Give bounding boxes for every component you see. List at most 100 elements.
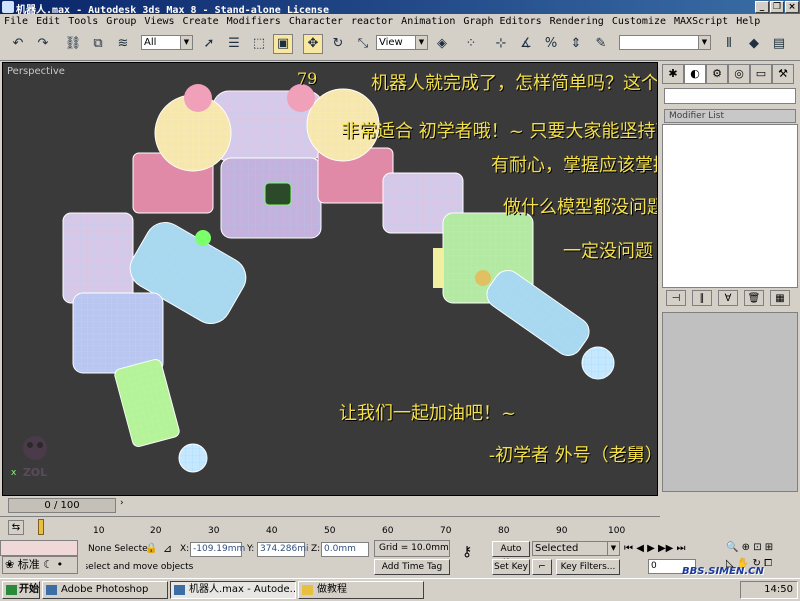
modifier-stack[interactable]	[662, 124, 798, 288]
z-coordinate-field[interactable]: 0.0mm	[321, 542, 369, 557]
lock-selection-icon[interactable]: 🔒	[145, 542, 157, 555]
timeline-ticks: 10 20 30 40 50 60 70 80 90 100	[42, 517, 625, 539]
select-and-rotate-icon[interactable]: ↻	[328, 34, 348, 54]
go-to-start-icon[interactable]: ⏮	[624, 543, 633, 554]
angle-snap-icon[interactable]: ∡	[516, 34, 536, 54]
snaps-toggle-icon[interactable]: ⊹	[491, 34, 511, 54]
configure-modifier-sets-icon[interactable]: ▦	[770, 290, 790, 306]
show-end-result-icon[interactable]: ∥	[692, 290, 712, 306]
percent-snap-icon[interactable]: %	[541, 34, 561, 54]
add-time-tag-button[interactable]: Add Time Tag	[374, 559, 450, 575]
x-coordinate-field[interactable]: -109.19mm	[190, 542, 245, 557]
tick-label: 30	[208, 526, 220, 536]
layer-manager-icon[interactable]: ▤	[769, 34, 789, 54]
timeline-ruler[interactable]: ⇆ 10 20 30 40 50 60 70 80 90 100	[0, 516, 660, 539]
key-filters-button[interactable]: Key Filters...	[556, 559, 620, 575]
select-object-icon[interactable]: ➚	[199, 34, 219, 54]
perspective-viewport[interactable]: Perspective 79 机器人就完成了，怎样简单吗？这个 非常适合 初学者…	[2, 62, 658, 496]
remove-modifier-icon[interactable]: 🗑	[744, 290, 764, 306]
mirror-icon[interactable]: ⫴	[719, 34, 739, 54]
unlink-icon[interactable]: ⧉	[88, 34, 108, 54]
ime-moon-icon[interactable]: ☾	[43, 558, 53, 571]
select-and-manipulate-icon[interactable]: ⁘	[461, 34, 481, 54]
key-mode-dropdown[interactable]: Selected ▼	[532, 541, 620, 556]
menu-file[interactable]: File	[0, 14, 32, 29]
restore-button[interactable]: ❐	[770, 1, 784, 13]
reference-coordinate-dropdown[interactable]: View ▼	[376, 35, 428, 50]
undo-icon[interactable]: ↶	[8, 34, 28, 54]
menu-reactor[interactable]: reactor	[347, 14, 397, 29]
taskbar-tutorial-folder[interactable]: 做教程	[298, 581, 424, 599]
zoom-extents-all-icon[interactable]: ⊞	[765, 542, 773, 553]
y-coordinate-field[interactable]: 374.286mi	[257, 542, 309, 557]
object-name-field[interactable]	[664, 88, 796, 104]
region-select-icon[interactable]: ⬚	[249, 34, 269, 54]
maxscript-listener-mini[interactable]	[0, 540, 78, 556]
align-icon[interactable]: ◆	[744, 34, 764, 54]
menu-customize[interactable]: Customize	[608, 14, 670, 29]
window-crossing-icon[interactable]: ▣	[273, 34, 293, 54]
next-frame-icon[interactable]: ▶▶	[658, 543, 673, 554]
select-and-scale-icon[interactable]: ⤡	[353, 34, 373, 54]
time-slider[interactable]: 0 / 100	[8, 498, 116, 513]
menu-help[interactable]: Help	[732, 14, 764, 29]
named-selection-sets-dropdown[interactable]: ▼	[619, 35, 711, 50]
modify-tab-icon[interactable]: ◐	[684, 64, 706, 84]
system-clock[interactable]: 14:50	[740, 581, 798, 599]
taskbar-3dsmax[interactable]: 机器人.max - Autode...	[170, 581, 296, 599]
grid-size-display: Grid = 10.0mm	[374, 540, 450, 557]
modifier-list-dropdown[interactable]: Modifier List	[664, 109, 796, 123]
display-tab-icon[interactable]: ▭	[750, 64, 772, 84]
menu-create[interactable]: Create	[179, 14, 223, 29]
menu-animation[interactable]: Animation	[397, 14, 459, 29]
app-icon[interactable]	[2, 1, 14, 13]
select-by-name-icon[interactable]: ☰	[224, 34, 244, 54]
menu-rendering[interactable]: Rendering	[546, 14, 608, 29]
select-and-link-icon[interactable]: ⛓	[63, 34, 83, 54]
bind-space-warp-icon[interactable]: ≋	[113, 34, 133, 54]
menu-tools[interactable]: Tools	[64, 14, 102, 29]
menu-modifiers[interactable]: Modifiers	[223, 14, 285, 29]
close-button[interactable]: ×	[785, 1, 799, 13]
play-icon[interactable]: ▶	[647, 543, 655, 554]
auto-key-button[interactable]: Auto Key	[492, 541, 530, 568]
trackbar-toggle-icon[interactable]: ⇆	[8, 520, 24, 535]
pin-stack-icon[interactable]: ⊣	[666, 290, 686, 306]
select-and-move-icon[interactable]: ✥	[303, 34, 323, 54]
ime-toolbar[interactable]: ❀ 标准 ☾ •	[2, 556, 78, 574]
selection-filter-dropdown[interactable]: All ▼	[141, 35, 193, 50]
set-key-button[interactable]: Set Key	[492, 559, 530, 575]
pivot-center-icon[interactable]: ◈	[432, 34, 452, 54]
start-button[interactable]: 开始	[2, 581, 40, 599]
previous-frame-icon[interactable]: ◀	[636, 543, 644, 554]
edit-named-selections-icon[interactable]: ✎	[591, 34, 611, 54]
menu-group[interactable]: Group	[102, 14, 140, 29]
menu-edit[interactable]: Edit	[32, 14, 64, 29]
menu-graph-editors[interactable]: Graph Editors	[459, 14, 545, 29]
make-unique-icon[interactable]: ∀	[718, 290, 738, 306]
spinner-snap-icon[interactable]: ⇕	[566, 34, 586, 54]
ime-punct-icon[interactable]: •	[57, 558, 64, 571]
tick-label: 20	[150, 526, 162, 536]
menu-character[interactable]: Character	[285, 14, 347, 29]
maximize-viewport-icon[interactable]: ⧠	[764, 558, 772, 569]
taskbar-photoshop[interactable]: Adobe Photoshop	[42, 581, 168, 599]
hierarchy-tab-icon[interactable]: ⚙	[706, 64, 728, 84]
menu-maxscript[interactable]: MAXScript	[670, 14, 732, 29]
minimize-button[interactable]: _	[755, 1, 769, 13]
go-to-end-icon[interactable]: ⏭	[677, 543, 686, 554]
utilities-tab-icon[interactable]: ⚒	[772, 64, 794, 84]
zoom-icon[interactable]: 🔍	[726, 542, 738, 553]
zoom-extents-icon[interactable]: ⊡	[753, 542, 761, 553]
key-icon[interactable]: ⚷	[462, 545, 472, 559]
menu-views[interactable]: Views	[140, 14, 178, 29]
create-tab-icon[interactable]: ✱	[662, 64, 684, 84]
default-in-out-tangent-icon[interactable]: ⌐	[532, 559, 552, 575]
motion-tab-icon[interactable]: ◎	[728, 64, 750, 84]
zoom-all-icon[interactable]: ⊕	[742, 542, 750, 553]
site-watermark: BBS.SIMEN.CN	[682, 566, 764, 577]
time-slider-next-icon[interactable]: ›	[120, 498, 132, 513]
absolute-mode-icon[interactable]: ⊿	[163, 542, 172, 555]
redo-icon[interactable]: ↷	[33, 34, 53, 54]
ime-mode: 标准	[17, 558, 40, 571]
